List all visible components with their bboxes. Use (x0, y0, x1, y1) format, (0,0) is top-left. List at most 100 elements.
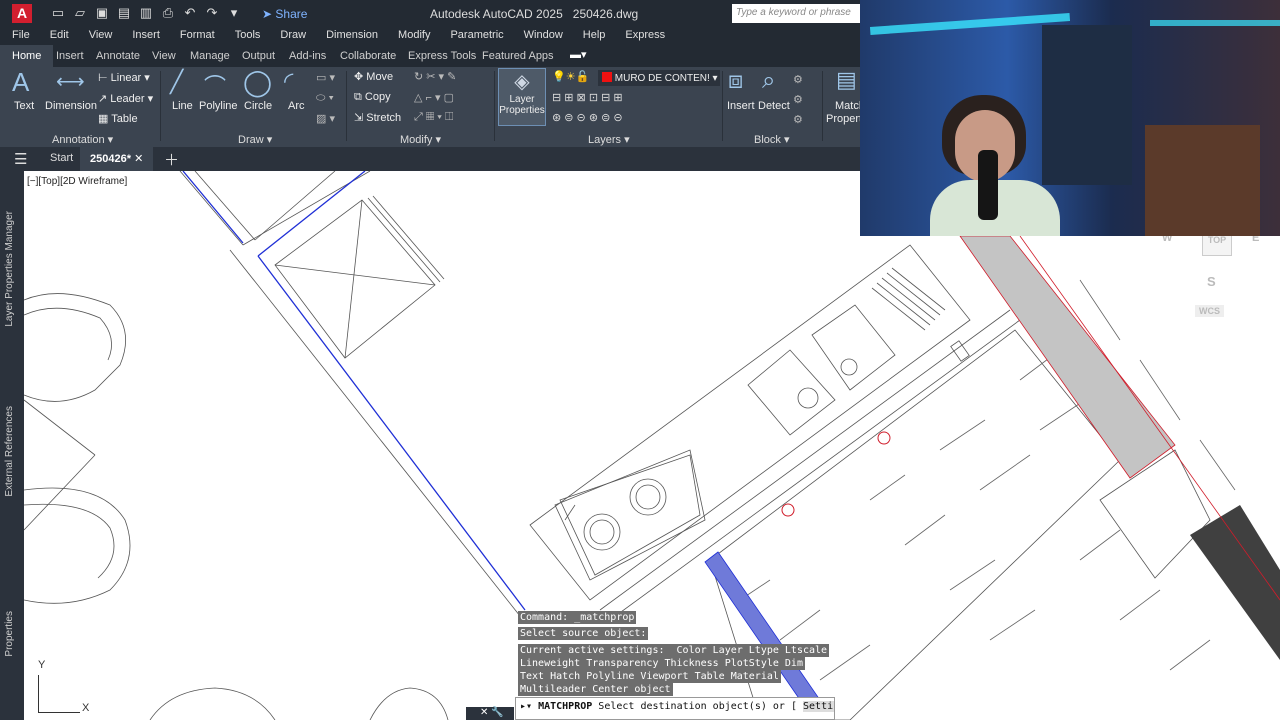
layer-tools-row-2[interactable]: ⊛ ⊜ ⊝ ⊛ ⊜ ⊝ (552, 111, 623, 124)
circle-icon[interactable]: ◯ (243, 67, 272, 98)
hatch-icon[interactable]: ▨ ▾ (316, 112, 335, 125)
menu-help[interactable]: Help (571, 27, 614, 45)
detect-button[interactable]: Detect (758, 100, 790, 112)
tab-active-drawing[interactable]: 250426* ✕ (80, 147, 154, 171)
arc-button[interactable]: Arc (288, 100, 305, 112)
close-command-icon[interactable]: ✕ (480, 707, 488, 718)
table-button[interactable]: ▦ Table (98, 112, 138, 125)
viewport-controls[interactable]: [−][Top][2D Wireframe] (27, 176, 127, 187)
tab-start[interactable]: Start (50, 152, 73, 164)
web-mobile-icon[interactable]: ▥ (138, 5, 154, 21)
autocad-logo-icon[interactable]: A (12, 4, 32, 23)
scale-icon[interactable]: ⤢ ▦ ▾ ◫ (414, 111, 453, 124)
tab-annotate[interactable]: Annotate (96, 50, 140, 62)
open-file-icon[interactable]: ▱ (72, 5, 88, 21)
tab-collaborate[interactable]: Collaborate (340, 50, 396, 62)
command-settings-option[interactable]: Settings]: (803, 701, 834, 712)
recent-commands-icon[interactable]: ▸▾ (520, 701, 532, 712)
menu-edit[interactable]: Edit (38, 27, 77, 45)
polyline-icon[interactable]: ⌒ (204, 69, 226, 101)
move-button[interactable]: ✥ Move (354, 70, 393, 83)
rotate-icon[interactable]: ↻ ✂ ▾ ✎ (414, 70, 456, 83)
text-icon[interactable]: A (12, 67, 29, 98)
menu-format[interactable]: Format (168, 27, 223, 45)
file-tabs-menu-icon[interactable]: ☰ (14, 150, 27, 168)
layer-dropdown[interactable]: MURO DE CONTEN! ▾ (598, 70, 720, 86)
command-input[interactable]: ▸▾ MATCHPROP Select destination object(s… (515, 697, 835, 720)
new-tab-icon[interactable]: ＋ (164, 149, 179, 170)
undo-icon[interactable]: ↶ (182, 5, 198, 21)
block-label: Block (754, 134, 781, 146)
menu-parametric[interactable]: Parametric (438, 27, 511, 45)
modify-label: Modify (400, 134, 433, 146)
block-tools-icon[interactable]: ⚙ ⚙ ⚙ (793, 70, 803, 130)
stretch-button[interactable]: ⇲ Stretch (354, 111, 401, 124)
mirror-icon[interactable]: △ ⌐ ▾ ▢ (414, 91, 454, 104)
tab-express-tools[interactable]: Express Tools (408, 50, 476, 62)
menu-tools[interactable]: Tools (223, 27, 269, 45)
tab-add-ins[interactable]: Add-ins (289, 50, 326, 62)
redo-icon[interactable]: ↷ (204, 5, 220, 21)
dimension-button[interactable]: Dimension (45, 100, 97, 112)
panel-divider (160, 71, 161, 141)
draw-panel-label[interactable]: Draw ▾ (238, 133, 272, 146)
external-references-tab[interactable]: External References (4, 406, 15, 497)
layers-label: Layers (588, 134, 622, 146)
detect-icon[interactable]: ⌕ (762, 67, 775, 95)
linear-button[interactable]: ⊢ Linear ▾ (98, 71, 150, 84)
menu-dimension[interactable]: Dimension (314, 27, 386, 45)
menu-draw[interactable]: Draw (268, 27, 314, 45)
plot-icon[interactable]: ⎙ (160, 5, 176, 21)
layers-panel-label[interactable]: Layers ▾ (588, 133, 630, 146)
title-bar: A ▭ ▱ ▣ ▤ ▥ ⎙ ↶ ↷ ▾ ➤ Share Autodesk Aut… (0, 0, 860, 27)
customize-command-icon[interactable]: 🔧 (491, 707, 503, 718)
modify-panel-label[interactable]: Modify ▾ (400, 133, 441, 146)
polyline-button[interactable]: Polyline (199, 100, 238, 112)
share-button[interactable]: ➤ Share (262, 7, 307, 21)
properties-tab[interactable]: Properties (4, 611, 15, 657)
save-as-icon[interactable]: ▤ (116, 5, 132, 21)
line-icon[interactable]: ╱ (170, 69, 183, 95)
workspace-toggle-icon[interactable]: ▬▾ (570, 48, 587, 61)
match-properties-label-2[interactable]: Propert (826, 113, 862, 125)
menu-view[interactable]: View (77, 27, 121, 45)
viewcube-south[interactable]: S (1207, 274, 1216, 289)
match-properties-icon[interactable]: ▤ (836, 67, 857, 93)
arc-icon[interactable]: ◜ (284, 67, 293, 96)
tab-view[interactable]: View (152, 50, 176, 62)
insert-block-icon[interactable]: ⧈ (728, 67, 743, 95)
tab-output[interactable]: Output (242, 50, 275, 62)
rectangle-icon[interactable]: ▭ ▾ (316, 71, 335, 84)
menu-modify[interactable]: Modify (386, 27, 438, 45)
block-panel-label[interactable]: Block ▾ (754, 133, 789, 146)
menu-insert[interactable]: Insert (120, 27, 168, 45)
table-label: Table (111, 113, 138, 125)
command-line-controls[interactable]: ✕ 🔧 (466, 707, 514, 720)
search-input[interactable]: Type a keyword or phrase (732, 4, 860, 23)
layer-properties-manager-tab[interactable]: Layer Properties Manager (4, 211, 15, 327)
menu-file[interactable]: File (0, 27, 38, 45)
panel-divider (346, 71, 347, 141)
dimension-icon[interactable]: ⟷ (56, 69, 85, 94)
menu-window[interactable]: Window (512, 27, 571, 45)
layer-tools-row-1[interactable]: ⊟ ⊞ ⊠ ⊡ ⊟ ⊞ (552, 91, 623, 104)
line-button[interactable]: Line (172, 100, 193, 112)
insert-button[interactable]: Insert (727, 100, 755, 112)
text-button[interactable]: Text (14, 100, 34, 112)
wcs-menu[interactable]: WCS (1195, 305, 1224, 317)
tab-manage[interactable]: Manage (190, 50, 230, 62)
tab-home[interactable]: Home (0, 45, 54, 67)
annotation-panel-label[interactable]: Annotation ▾ (52, 133, 113, 146)
close-tab-icon[interactable]: ✕ (134, 153, 143, 165)
customize-dropdown-icon[interactable]: ▾ (226, 5, 242, 21)
save-icon[interactable]: ▣ (94, 5, 110, 21)
tab-featured-apps[interactable]: Featured Apps (482, 50, 554, 62)
tab-insert[interactable]: Insert (56, 50, 84, 62)
new-file-icon[interactable]: ▭ (50, 5, 66, 21)
copy-button[interactable]: ⧉ Copy (354, 91, 391, 104)
circle-button[interactable]: Circle (244, 100, 272, 112)
ellipse-icon[interactable]: ⬭ ▾ (316, 92, 334, 105)
layer-properties-button[interactable]: ◈ Layer Properties (498, 68, 546, 126)
leader-button[interactable]: ↗ Leader ▾ (98, 92, 153, 105)
menu-express[interactable]: Express (613, 27, 673, 45)
